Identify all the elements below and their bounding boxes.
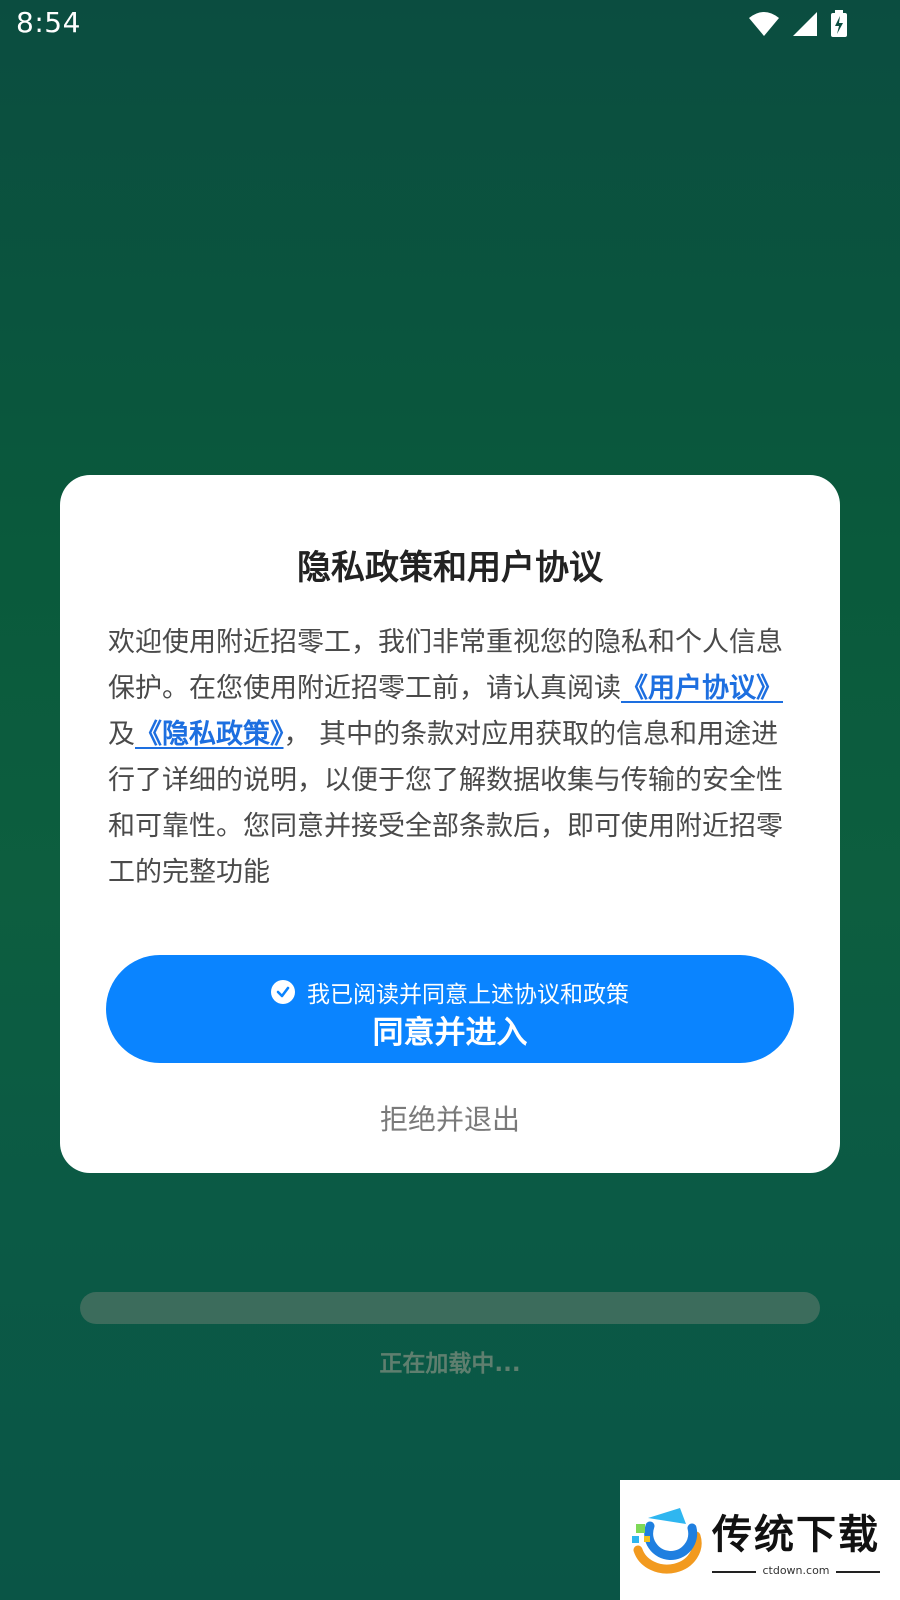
agree-checkbox-label: 我已阅读并同意上述协议和政策 <box>307 982 629 1008</box>
dialog-body-text: 欢迎使用附近招零工，我们非常重视您的隐私和个人信息保护。在您使用附近招零工前，请… <box>108 620 788 896</box>
agree-checkbox-row[interactable]: 我已阅读并同意上述协议和政策 <box>106 975 794 1009</box>
status-time: 8:54 <box>16 6 81 39</box>
status-bar: 8:54 <box>0 0 900 50</box>
battery-charging-icon <box>830 10 848 38</box>
agree-and-enter-button[interactable]: 我已阅读并同意上述协议和政策 同意并进入 <box>106 955 794 1063</box>
watermark-title: 传统下载 <box>712 1512 880 1558</box>
dialog-title: 隐私政策和用户协议 <box>297 548 603 588</box>
watermark: 传统下载 ctdown.com <box>620 1480 900 1600</box>
wifi-icon <box>748 11 780 37</box>
watermark-logo-icon <box>630 1506 706 1580</box>
loading-progress-bar <box>80 1292 820 1324</box>
cell-signal-icon <box>792 11 818 37</box>
agree-button-label: 同意并进入 <box>372 1015 528 1051</box>
privacy-policy-link[interactable]: 《隐私政策》 <box>135 719 284 750</box>
loading-text: 正在加载中... <box>379 1351 521 1377</box>
check-circle-icon[interactable] <box>271 980 295 1004</box>
reject-and-exit-button[interactable]: 拒绝并退出 <box>0 1098 900 1138</box>
body-conjunction: 及 <box>108 719 135 750</box>
status-icons <box>748 10 848 38</box>
watermark-divider-right <box>836 1571 880 1573</box>
user-agreement-link[interactable]: 《用户协议》 <box>621 673 783 704</box>
